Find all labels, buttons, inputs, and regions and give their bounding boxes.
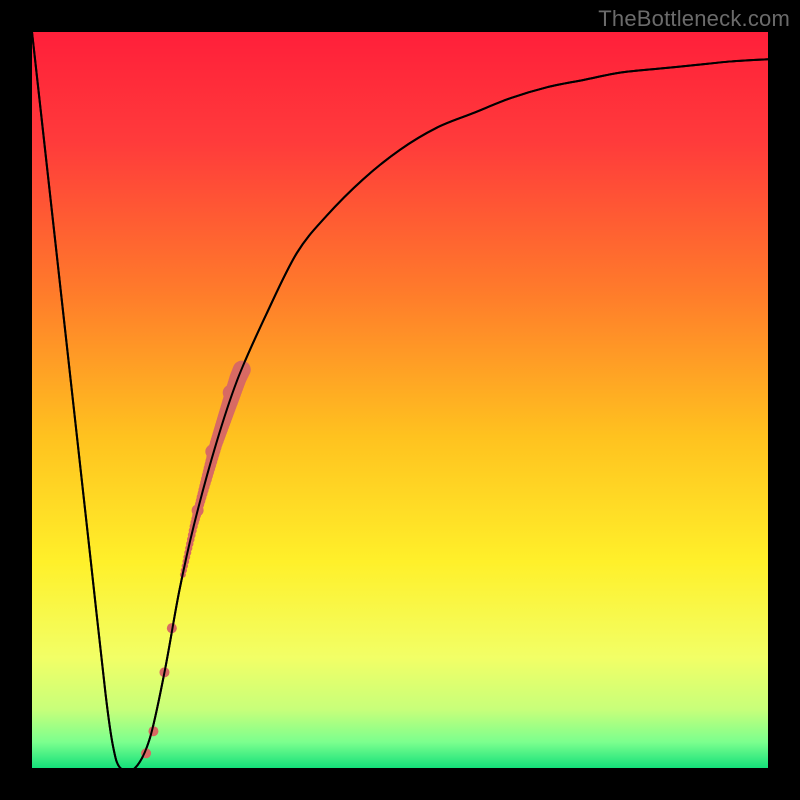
chart-svg — [32, 32, 768, 768]
chart-frame: TheBottleneck.com — [0, 0, 800, 800]
gradient-background — [32, 32, 768, 768]
chart-plot-area — [32, 32, 768, 768]
watermark-label: TheBottleneck.com — [598, 6, 790, 32]
